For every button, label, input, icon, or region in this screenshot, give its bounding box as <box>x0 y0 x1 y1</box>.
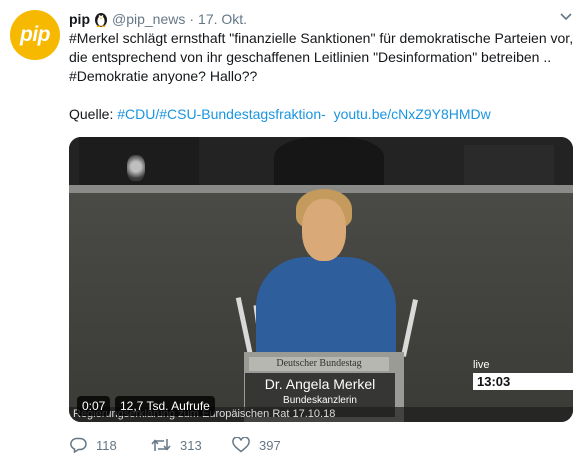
views-badge: 12,7 Tsd. Aufrufe <box>115 396 215 416</box>
avatar-text: pip <box>20 23 51 46</box>
bundestag-seat-area <box>79 137 199 187</box>
source-line: Quelle: #CDU/#CSU-Bundestagsfraktion- yo… <box>69 105 577 124</box>
tweet-actions: 118 313 397 <box>69 434 281 456</box>
author-name[interactable]: pip <box>69 11 90 27</box>
like-count: 397 <box>259 437 281 453</box>
retweet-button[interactable]: 313 <box>151 437 232 453</box>
author-handle[interactable]: @pip_news <box>112 11 185 27</box>
live-label: live <box>473 359 490 371</box>
reply-icon <box>69 437 87 453</box>
retweet-count: 313 <box>180 437 202 453</box>
source-label: Quelle: <box>69 106 118 122</box>
speaker-figure <box>256 257 396 367</box>
federal-eagle-icon <box>127 155 145 181</box>
background-person <box>464 145 554 187</box>
tweet-text-line: die entsprechend von ihr geschaffenen Le… <box>69 49 552 65</box>
background-person <box>274 137 384 187</box>
speaker-name: Dr. Angela Merkel <box>264 376 376 392</box>
speaker-head <box>302 199 346 261</box>
clock-time: 13:03 <box>477 374 511 389</box>
view-count: 12,7 Tsd. Aufrufe <box>120 399 210 413</box>
retweet-icon <box>151 437 171 453</box>
separator-dot: · <box>189 11 195 27</box>
penguin-icon <box>94 11 108 27</box>
duration-badge: 0:07 <box>77 396 111 416</box>
speaker-role: Bundeskanzlerin <box>283 395 357 406</box>
tweet-text: #Merkel schlägt ernsthaft "finanzielle S… <box>69 29 577 124</box>
clock-box: 13:03 <box>473 373 573 390</box>
source-hashtags[interactable]: #CDU/#CSU-Bundestagsfraktion- <box>117 106 326 122</box>
podium-plate-text: Deutscher Bundestag <box>276 358 362 369</box>
reply-button[interactable]: 118 <box>69 437 151 453</box>
tweet-text-line: #Merkel schlägt ernsthaft "finanzielle S… <box>69 30 574 46</box>
video-player[interactable]: Deutscher Bundestag Dr. Angela Merkel Bu… <box>69 137 573 422</box>
avatar[interactable]: pip <box>10 10 60 60</box>
tweet-date[interactable]: 17. Okt. <box>198 11 247 27</box>
reply-count: 118 <box>96 437 117 453</box>
chevron-down-icon[interactable] <box>557 10 575 24</box>
source-link[interactable]: youtu.be/cNxZ9Y8HMDw <box>334 106 491 122</box>
video-duration: 0:07 <box>82 399 106 413</box>
tweet-header: pip @pip_news · 17. Okt. <box>69 9 247 29</box>
like-button[interactable]: 397 <box>232 437 281 453</box>
like-icon <box>232 437 250 453</box>
tweet-text-line: #Demokratie anyone? Hallo?? <box>69 68 258 84</box>
